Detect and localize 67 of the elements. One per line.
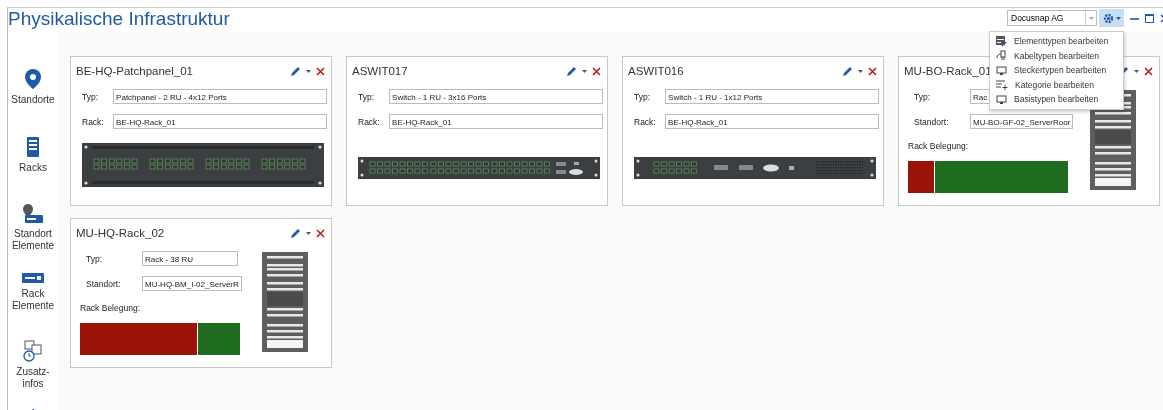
close-icon[interactable]: [868, 66, 877, 76]
connector-icon: [996, 93, 1007, 105]
sidebar-item[interactable]: Racks: [8, 136, 58, 204]
cable-plug-icon: [996, 50, 1007, 62]
occupancy-label: Rack Belegung:: [908, 141, 969, 151]
maximize-icon[interactable]: [1145, 13, 1154, 23]
text-field[interactable]: BE-HQ-Rack_01: [665, 114, 879, 129]
card-title: MU-HQ-Rack_02: [76, 227, 165, 239]
menu-item[interactable]: Kabeltypen bearbeiten: [990, 48, 1123, 63]
menu-item[interactable]: Steckertypen bearbeiten: [990, 63, 1123, 78]
menu-item[interactable]: Basistypen bearbeiten: [990, 92, 1123, 107]
caret-icon[interactable]: [306, 69, 311, 73]
window-title: Physikalische Infrastruktur: [8, 8, 230, 30]
field-label: Standort:: [86, 278, 122, 289]
table-edit-icon: [996, 35, 1007, 47]
rack-device-icon: [22, 272, 44, 284]
settings-button[interactable]: [1099, 9, 1124, 27]
sidebar-item[interactable]: Rack Elemente: [8, 272, 58, 340]
settings-icon: [1102, 12, 1114, 24]
pencil-icon[interactable]: [842, 65, 853, 77]
card-title: MU-BO-Rack_01: [904, 65, 992, 77]
company-dropdown[interactable]: Docusnap AG: [1007, 10, 1097, 26]
menu-item[interactable]: Kategorie bearbeiten: [990, 77, 1123, 92]
caret-icon: [1115, 16, 1121, 20]
close-icon[interactable]: [592, 66, 601, 76]
sidebar-item[interactable]: Zusatz-infos: [8, 340, 58, 408]
caret-icon[interactable]: [1134, 69, 1139, 73]
caret-icon[interactable]: [582, 69, 587, 73]
text-field[interactable]: Patchpanel - 2 RU - 4x12 Ports: [113, 89, 327, 104]
field-label: Rack:: [358, 116, 381, 127]
caret-icon: [1088, 16, 1094, 20]
text-field[interactable]: MU-BO-GF-02_ServerRoor: [970, 114, 1074, 129]
text-field[interactable]: Switch - 1 RU - 1x12 Ports: [665, 89, 879, 104]
connector-icon: [996, 64, 1007, 76]
server-rack-icon: [26, 136, 40, 158]
sidebar-item[interactable]: Standorte: [8, 68, 58, 136]
occupancy-label: Rack Belegung:: [80, 303, 141, 313]
card-title: BE-HQ-Patchpanel_01: [76, 65, 193, 77]
caret-icon[interactable]: [858, 69, 863, 73]
text-field[interactable]: Rack - 38 RU: [142, 251, 238, 266]
close-icon[interactable]: [316, 228, 325, 238]
field-label: Typ:: [358, 91, 376, 102]
location-pin-icon: [24, 68, 42, 90]
menu-item[interactable]: Elementtypen bearbeiten: [990, 34, 1123, 49]
field-label: Typ:: [914, 91, 932, 102]
caret-icon[interactable]: [306, 231, 311, 235]
pencil-icon[interactable]: [290, 65, 301, 77]
pencil-icon[interactable]: [566, 65, 577, 77]
text-field[interactable]: MU-HQ-BM_I-02_ServerR: [142, 276, 242, 291]
field-label: Typ:: [634, 91, 652, 102]
field-label: Rack:: [82, 116, 105, 127]
sidebar-item[interactable]: Standort Elemente: [8, 204, 58, 272]
pin-and-device-icon: [22, 204, 44, 224]
list-add-icon: [996, 79, 1008, 91]
field-label: Typ:: [82, 91, 100, 102]
text-field[interactable]: BE-HQ-Rack_01: [389, 114, 603, 129]
pencil-icon[interactable]: [290, 227, 301, 239]
text-field[interactable]: BE-HQ-Rack_01: [113, 114, 327, 129]
field-label: Standort:: [914, 116, 950, 127]
card-title: ASWIT017: [352, 65, 408, 77]
field-label: Rack:: [634, 116, 657, 127]
close-icon[interactable]: [316, 66, 325, 76]
field-label: Typ:: [86, 253, 104, 264]
documents-clock-icon: [23, 340, 43, 362]
close-icon[interactable]: [1144, 66, 1153, 76]
text-field[interactable]: Switch - 1 RU - 3x16 Ports: [389, 89, 603, 104]
card-title: ASWIT016: [628, 65, 684, 77]
